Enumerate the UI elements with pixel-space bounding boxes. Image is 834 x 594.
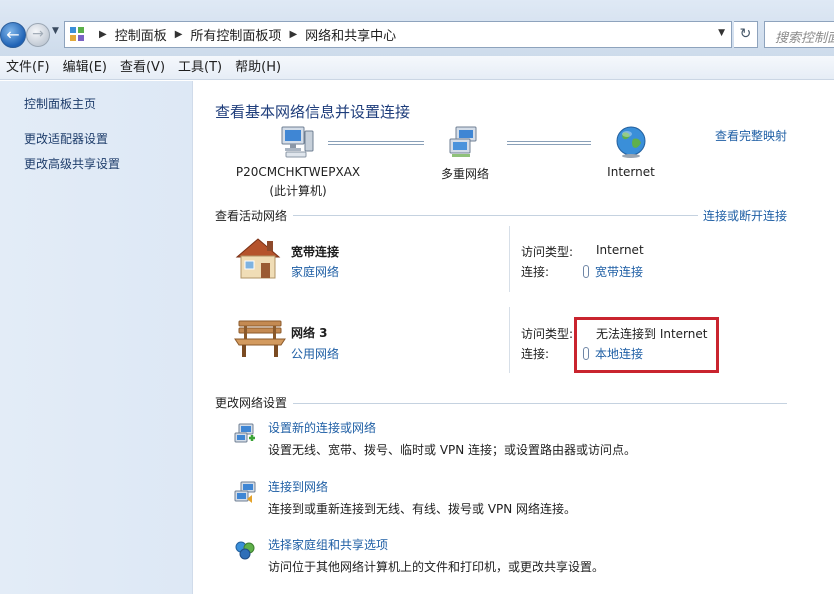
internet-label: Internet <box>607 165 655 179</box>
globe-icon <box>616 126 646 158</box>
computer-name: P20CMCHKTWEPXAX <box>235 165 361 179</box>
task-homegroup-sharing: 选择家庭组和共享选项 访问位于其他网络计算机上的文件和打印机，或更改共享设置。 <box>233 536 813 586</box>
refresh-button[interactable]: ↻ <box>734 21 758 48</box>
section-divider <box>293 403 787 404</box>
network-name: 宽带连接 <box>291 245 340 259</box>
sidebar-item-adapter-settings[interactable]: 更改适配器设置 <box>24 130 108 147</box>
address-bar: ← → ▼ ▶ 控制面板 ▶ 所有控制面板项 ▶ 网络和共享中心 ▼ ↻ 搜索控… <box>0 0 834 56</box>
highlight-box <box>574 317 719 373</box>
breadcrumb-control-panel[interactable]: 控制面板 <box>115 25 167 44</box>
address-dropdown-icon[interactable]: ▼ <box>718 28 725 38</box>
sidebar-item-advanced-sharing[interactable]: 更改高级共享设置 <box>24 155 120 172</box>
search-placeholder: 搜索控制面板 <box>775 31 834 46</box>
menu-bar: 文件(F) 编辑(E) 查看(V) 工具(T) 帮助(H) <box>0 56 834 80</box>
house-icon <box>235 238 281 279</box>
map-connector <box>507 141 591 145</box>
map-node-multiple-networks[interactable]: 多重网络 <box>425 125 505 182</box>
sidebar-item-control-panel-home[interactable]: 控制面板主页 <box>24 95 96 112</box>
control-panel-icon <box>70 27 86 42</box>
recent-pages-dropdown[interactable]: ▼ <box>52 26 59 36</box>
page-title: 查看基本网络信息并设置连接 <box>215 103 411 121</box>
homegroup-sharing-link[interactable]: 选择家庭组和共享选项 <box>268 536 388 553</box>
access-type-label: 访问类型: <box>521 327 574 341</box>
setup-connection-link[interactable]: 设置新的连接或网络 <box>268 419 376 436</box>
connect-network-icon <box>234 481 256 503</box>
refresh-icon: ↻ <box>739 26 752 42</box>
connect-to-network-link[interactable]: 连接到网络 <box>268 478 328 495</box>
map-node-internet[interactable]: Internet <box>593 125 669 179</box>
breadcrumb: ▶ 控制面板 ▶ 所有控制面板项 ▶ 网络和共享中心 <box>91 22 396 47</box>
connection-label: 连接: <box>521 265 550 279</box>
connection-link[interactable]: 宽带连接 <box>583 263 643 280</box>
task-description: 设置无线、宽带、拨号、临时或 VPN 连接；或设置路由器或访问点。 <box>268 443 637 457</box>
connection-label: 连接: <box>521 347 550 361</box>
main-content: 查看基本网络信息并设置连接 查看完整映射 P20CMCHKTWEPXAX (此计… <box>193 81 834 594</box>
menu-tools[interactable]: 工具(T) <box>172 56 229 80</box>
map-node-computer[interactable]: P20CMCHKTWEPXAX (此计算机) <box>233 125 363 199</box>
connect-disconnect-link[interactable]: 连接或断开连接 <box>703 207 787 224</box>
breadcrumb-separator-icon[interactable]: ▶ <box>99 29 107 40</box>
arrow-left-icon: ← <box>6 25 20 44</box>
access-type-value: Internet <box>596 243 644 257</box>
network-name: 网络 3 <box>291 326 328 340</box>
section-divider <box>293 215 698 216</box>
change-settings-header: 更改网络设置 <box>215 396 288 410</box>
menu-view[interactable]: 查看(V) <box>114 56 172 80</box>
breadcrumb-network-center[interactable]: 网络和共享中心 <box>305 25 396 44</box>
connection-plug-icon <box>583 265 589 278</box>
multiple-networks-icon <box>449 126 477 157</box>
sidebar: 控制面板主页 更改适配器设置 更改高级共享设置 <box>0 81 193 594</box>
breadcrumb-all-items[interactable]: 所有控制面板项 <box>190 25 281 44</box>
network-type-link[interactable]: 家庭网络 <box>291 263 339 280</box>
computer-subtitle: (此计算机) <box>269 184 327 198</box>
task-description: 连接到或重新连接到无线、有线、拨号或 VPN 网络连接。 <box>268 502 577 516</box>
network-divider <box>509 226 510 292</box>
back-button[interactable]: ← <box>0 22 26 48</box>
menu-edit[interactable]: 编辑(E) <box>57 56 114 80</box>
breadcrumb-separator-icon[interactable]: ▶ <box>289 29 297 40</box>
map-connector <box>328 141 424 145</box>
menu-help[interactable]: 帮助(H) <box>229 56 288 80</box>
homegroup-icon <box>235 541 255 560</box>
task-description: 访问位于其他网络计算机上的文件和打印机，或更改共享设置。 <box>268 560 605 574</box>
active-networks-header: 查看活动网络 <box>215 209 288 223</box>
new-connection-icon <box>234 423 255 443</box>
task-connect-network: 连接到网络 连接到或重新连接到无线、有线、拨号或 VPN 网络连接。 <box>233 478 813 528</box>
menu-file[interactable]: 文件(F) <box>0 56 57 80</box>
arrow-right-icon: → <box>32 26 44 42</box>
bench-icon <box>234 320 286 357</box>
multiple-networks-label: 多重网络 <box>440 167 489 181</box>
address-field[interactable]: ▶ 控制面板 ▶ 所有控制面板项 ▶ 网络和共享中心 ▼ <box>64 21 732 48</box>
task-setup-connection: 设置新的连接或网络 设置无线、宽带、拨号、临时或 VPN 连接；或设置路由器或访… <box>233 419 813 469</box>
computer-icon <box>281 126 314 158</box>
network-type-link[interactable]: 公用网络 <box>291 345 339 362</box>
forward-button[interactable]: → <box>26 23 50 47</box>
access-type-label: 访问类型: <box>521 245 574 259</box>
network-divider <box>509 307 510 373</box>
breadcrumb-separator-icon[interactable]: ▶ <box>175 29 183 40</box>
search-input[interactable]: 搜索控制面板 <box>764 21 834 48</box>
view-full-map-link[interactable]: 查看完整映射 <box>715 127 787 144</box>
